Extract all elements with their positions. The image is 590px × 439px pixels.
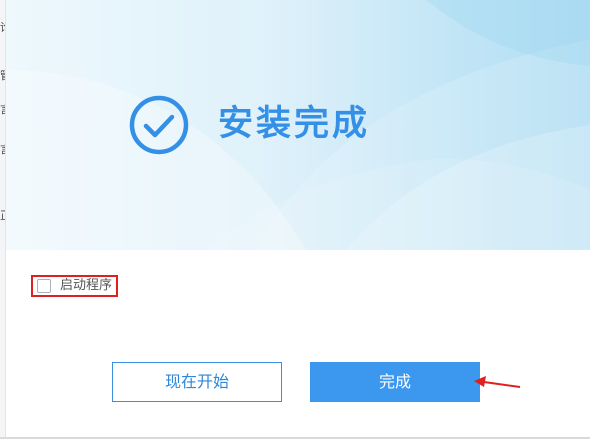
- background-text-fragment: 言: [0, 144, 5, 155]
- background-text-fragment: 正: [0, 210, 5, 221]
- check-circle-icon: [129, 95, 189, 155]
- page-title: 安装完成: [218, 104, 371, 144]
- installer-dialog: 安装完成 启动程序 现在开始 完成: [6, 0, 590, 437]
- left-arrow-icon: [474, 376, 521, 388]
- launch-program-option[interactable]: 启动程序: [31, 275, 118, 297]
- launch-program-label: 启动程序: [60, 278, 113, 293]
- start-now-button[interactable]: 现在开始: [112, 362, 282, 402]
- background-text-fragment: 论: [0, 22, 5, 33]
- launch-program-checkbox[interactable]: [37, 279, 51, 293]
- background-text-fragment: 言: [0, 104, 5, 115]
- completion-banner: 安装完成: [6, 0, 590, 250]
- background-text-fragment: 管: [0, 70, 5, 81]
- finish-button[interactable]: 完成: [310, 362, 480, 402]
